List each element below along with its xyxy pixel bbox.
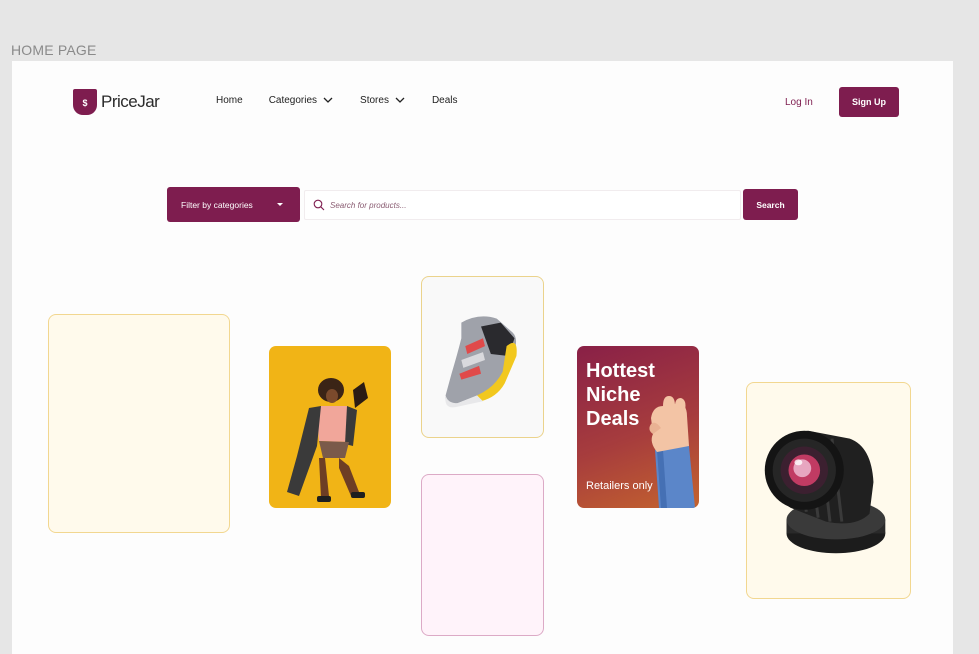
- nav-item-label: Stores: [360, 94, 389, 106]
- search-button[interactable]: Search: [743, 189, 798, 220]
- nav-item-stores[interactable]: Stores: [360, 94, 406, 106]
- logo-mark-icon: $: [73, 89, 97, 115]
- fashion-card[interactable]: [269, 346, 391, 508]
- nav-item-home[interactable]: Home: [216, 95, 243, 106]
- promo-card[interactable]: Hottest Niche Deals Retailers only: [577, 346, 699, 508]
- chevron-down-icon: [395, 97, 405, 103]
- category-filter-dropdown[interactable]: Filter by categories: [167, 187, 300, 222]
- signup-button[interactable]: Sign Up: [839, 87, 899, 117]
- camera-lens-image: [764, 430, 886, 554]
- main-nav: Home Categories Stores Deals: [216, 94, 484, 106]
- empty-card-pink[interactable]: [421, 474, 544, 636]
- logo-text: PriceJar: [101, 92, 160, 111]
- sneaker-image: [445, 316, 517, 408]
- home-page: $ PriceJar Home Categories Stores Deals …: [12, 61, 953, 654]
- empty-card-cream[interactable]: [48, 314, 230, 533]
- nav-item-label: Categories: [268, 94, 318, 106]
- logo[interactable]: $ PriceJar: [73, 89, 160, 115]
- sneaker-card[interactable]: [421, 276, 544, 438]
- search-input[interactable]: [330, 200, 720, 210]
- promo-subtitle: Retailers only: [586, 480, 653, 492]
- search-box: [304, 190, 741, 220]
- camera-lens-card[interactable]: [746, 382, 911, 599]
- dancing-woman-image: [287, 378, 368, 502]
- nav-item-label: Deals: [431, 94, 458, 106]
- caret-down-icon: [277, 203, 283, 206]
- nav-item-label: Home: [216, 94, 243, 106]
- chevron-down-icon: [323, 97, 333, 103]
- nav-item-deals[interactable]: Deals: [432, 95, 458, 106]
- login-link[interactable]: Log In: [785, 97, 813, 108]
- nav-item-categories[interactable]: Categories: [269, 94, 334, 106]
- promo-title: Hottest Niche Deals: [586, 360, 655, 430]
- filter-label: Filter by categories: [181, 199, 253, 210]
- search-icon: [313, 199, 325, 211]
- frame-label: HOME PAGE: [11, 42, 97, 58]
